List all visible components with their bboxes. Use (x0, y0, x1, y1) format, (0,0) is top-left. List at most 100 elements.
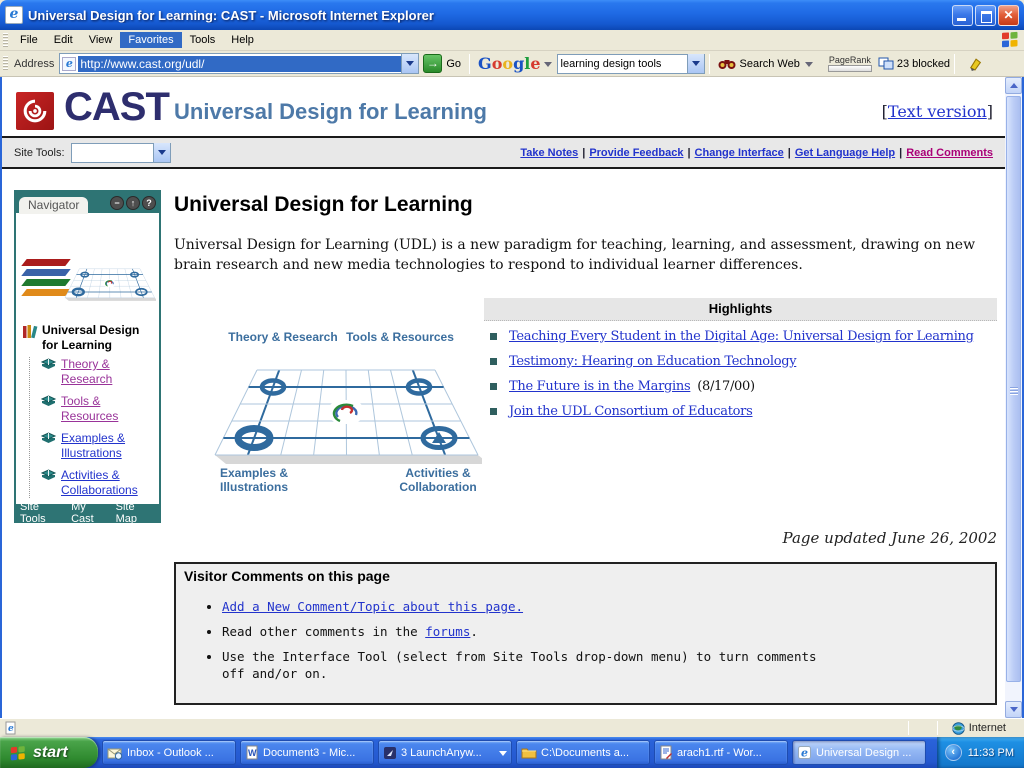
task-outlook[interactable]: Inbox - Outlook ... (102, 740, 236, 765)
diagram-label-tools-resources[interactable]: Tools & Resources (345, 330, 455, 344)
diagram-label-theory-research[interactable]: Theory & Research (228, 330, 338, 344)
window-titlebar: Universal Design for Learning: CAST - Mi… (0, 0, 1024, 30)
start-button[interactable]: start (0, 737, 98, 768)
popup-blocker-button[interactable]: 23 blocked (878, 57, 950, 70)
menu-edit[interactable]: Edit (46, 32, 81, 48)
minimize-button[interactable] (952, 5, 973, 26)
menu-file[interactable]: File (12, 32, 46, 48)
menu-view[interactable]: View (81, 32, 121, 48)
task-group-caret-icon[interactable] (499, 751, 507, 760)
provide-feedback-link[interactable]: Provide Feedback (589, 147, 683, 159)
task-explorer-folder[interactable]: C:\Documents a... (516, 740, 650, 765)
vertical-scrollbar[interactable] (1005, 77, 1022, 718)
comment-item: Read other comments in the forums. (222, 623, 842, 640)
chevron-down-icon[interactable] (153, 143, 170, 162)
square-bullet-icon (490, 333, 497, 340)
google-menu-caret-icon[interactable] (544, 62, 552, 71)
task-wordpad-document[interactable]: arach1.rtf - Wor... (654, 740, 788, 765)
google-logo[interactable]: Google (478, 54, 540, 73)
search-web-caret-icon[interactable] (805, 62, 813, 71)
highlight-item: The Future is in the Margins (8/17/00) (490, 379, 991, 394)
word-icon: W (245, 745, 259, 760)
highlights-title: Highlights (484, 298, 997, 321)
svg-text:e: e (8, 724, 14, 734)
highlight-link-4[interactable]: Join the UDL Consortium of Educators (509, 404, 752, 419)
footer-my-cast[interactable]: My Cast (71, 501, 108, 525)
launchanywhere-icon (383, 746, 397, 760)
highlighter-icon[interactable] (967, 56, 983, 71)
add-comment-link[interactable]: Add a New Comment/Topic about this page. (222, 599, 523, 614)
scrollbar-up-arrow[interactable] (1005, 77, 1022, 94)
footer-site-tools[interactable]: Site Tools (20, 501, 63, 525)
navigator-up-button[interactable] (126, 196, 140, 210)
tree-item-theory-research[interactable]: Theory & Research (40, 357, 155, 387)
book-icon (40, 468, 57, 481)
close-button[interactable] (998, 5, 1019, 26)
google-search-input[interactable]: learning design tools (557, 54, 705, 74)
cast-logo-icon[interactable] (16, 92, 54, 130)
google-search-dropdown-button[interactable] (687, 54, 704, 73)
utility-links: Take Notes|Provide Feedback|Change Inter… (520, 147, 993, 159)
system-tray: 11:33 PM (937, 737, 1024, 768)
restore-button[interactable] (975, 5, 996, 26)
tree-root-label[interactable]: Universal Design for Learning (42, 323, 155, 353)
pagerank-bar (828, 65, 872, 72)
highlight-link-1[interactable]: Teaching Every Student in the Digital Ag… (509, 329, 974, 344)
diagram-label-examples-illustrations[interactable]: Examples & Illustrations (199, 466, 309, 494)
tree-item-tools-resources[interactable]: Tools & Resources (40, 394, 155, 424)
get-language-help-link[interactable]: Get Language Help (795, 147, 895, 159)
binoculars-icon (718, 57, 736, 71)
tray-collapse-button[interactable] (945, 744, 962, 761)
document-icon: e (4, 721, 18, 735)
text-version-link[interactable]: Text version (888, 102, 987, 121)
menu-favorites[interactable]: Favorites (120, 32, 181, 48)
navigator-footer: Site Tools My Cast Site Map (16, 504, 159, 521)
navigator-title: Navigator (19, 197, 88, 214)
forums-link[interactable]: forums (425, 624, 470, 639)
internet-globe-icon (952, 722, 965, 735)
site-tools-label: Site Tools: (14, 147, 65, 159)
diagram-label-activities-collaboration[interactable]: Activities & Collaboration (383, 466, 493, 494)
task-internet-explorer[interactable]: e Universal Design ... (792, 740, 926, 765)
blocked-popups-icon (878, 57, 894, 70)
udl-model-diagram[interactable] (212, 365, 482, 470)
search-web-button[interactable]: Search Web (714, 56, 822, 71)
tree-root-item[interactable]: Universal Design for Learning (22, 323, 155, 353)
menu-tools[interactable]: Tools (182, 32, 224, 48)
window-title: Universal Design for Learning: CAST - Mi… (28, 8, 950, 23)
cast-brand[interactable]: CAST (64, 85, 169, 130)
address-dropdown-button[interactable] (401, 54, 418, 73)
toolbar-grip[interactable] (3, 56, 8, 71)
read-comments-link[interactable]: Read Comments (906, 147, 993, 159)
scrollbar-down-arrow[interactable] (1005, 701, 1022, 718)
page-title: Universal Design for Learning (174, 193, 473, 217)
highlights-box: Highlights Teaching Every Student in the… (484, 298, 997, 429)
task-launchanywhere-group[interactable]: 3 LaunchAnyw... (378, 740, 512, 765)
tree-item-activities-collaborations[interactable]: Activities & Collaborations (40, 468, 155, 498)
address-label: Address (14, 58, 54, 70)
menu-help[interactable]: Help (223, 32, 262, 48)
task-word-document[interactable]: W Document3 - Mic... (240, 740, 374, 765)
zone-label: Internet (969, 722, 1006, 734)
site-tools-dropdown[interactable] (71, 143, 171, 163)
statusbar-divider (937, 721, 938, 735)
site-tools-bar: Site Tools: Take Notes|Provide Feedback|… (2, 136, 1005, 169)
change-interface-link[interactable]: Change Interface (695, 147, 784, 159)
take-notes-link[interactable]: Take Notes (520, 147, 578, 159)
address-input[interactable]: http://www.cast.org/udl/ (59, 53, 419, 74)
toolbar-separator (469, 54, 470, 74)
scrollbar-thumb[interactable] (1006, 96, 1021, 682)
comment-item: Add a New Comment/Topic about this page. (222, 598, 842, 615)
go-button[interactable]: Go (423, 54, 461, 73)
navigator-minimize-button[interactable] (110, 196, 124, 210)
tree-item-examples-illustrations[interactable]: Examples & Illustrations (40, 431, 155, 461)
highlight-link-2[interactable]: Testimony: Hearing on Education Technolo… (509, 354, 796, 369)
toolbar-grip[interactable] (3, 33, 8, 48)
web-page: CAST Universal Design for Learning [Text… (2, 77, 1005, 718)
book-icon (40, 394, 57, 407)
books-icon (22, 323, 38, 339)
address-url[interactable]: http://www.cast.org/udl/ (78, 56, 401, 72)
footer-site-map[interactable]: Site Map (116, 501, 155, 525)
navigator-help-button[interactable] (142, 196, 156, 210)
highlight-link-3[interactable]: The Future is in the Margins (509, 379, 690, 394)
